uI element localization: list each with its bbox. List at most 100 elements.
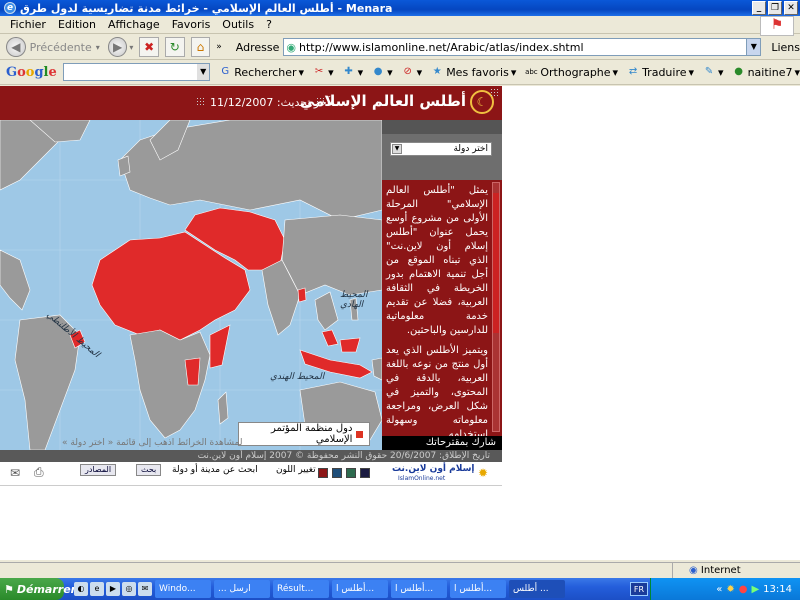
home-icon[interactable]: ⌂ xyxy=(190,37,211,57)
security-zone: ◉ Internet xyxy=(672,563,741,579)
ocean-label-pacific: المحيط الهادي xyxy=(340,290,368,310)
address-bar[interactable]: ◉ http://www.islamonline.net/Arabic/atla… xyxy=(283,38,762,56)
dots-decoration-icon xyxy=(490,88,500,98)
system-tray: « ✹ ● ▶ 13:14 xyxy=(650,578,800,600)
last-update: آخر تحديث: 11/12/2007 xyxy=(210,96,330,109)
site-header: ☾ أطلس العالم الإسلامي آخر تحديث: 11/12/… xyxy=(0,86,502,120)
world-map[interactable]: المحيط الهادي المحيط الهندي المحيط الأطل… xyxy=(0,120,382,450)
taskbar-item[interactable]: أطلس ا... xyxy=(450,580,506,598)
favorites-button[interactable]: ★ Mes favoris ▾ xyxy=(430,65,517,79)
translate-button[interactable]: ⇄ Traduire ▾ xyxy=(626,65,694,79)
taskbar-item[interactable]: ... ارسل xyxy=(214,580,270,598)
taskbar-item[interactable]: Résult... xyxy=(273,580,329,598)
window-title-bar[interactable]: e أطلس العالم الإسلامي - خرائط مدنة تضار… xyxy=(0,0,800,16)
minimize-button[interactable]: _ xyxy=(752,1,766,15)
dots-decoration-icon xyxy=(196,97,206,107)
user-button[interactable]: ● naitine7 ▾ xyxy=(732,65,800,79)
back-button-label[interactable]: Précédente xyxy=(30,41,92,54)
menu-help[interactable]: ? xyxy=(260,18,278,31)
taskbar-item[interactable]: أطلس ا... xyxy=(391,580,447,598)
taskbar-item-active[interactable]: أطلس ... xyxy=(509,580,565,598)
clock[interactable]: 13:14 xyxy=(763,584,792,595)
window-title: أطلس العالم الإسلامي - خرائط مدنة تضاريس… xyxy=(20,1,393,15)
chevron-down-icon[interactable]: ▼ xyxy=(392,144,402,154)
atlas-site: ☾ أطلس العالم الإسلامي آخر تحديث: 11/12/… xyxy=(0,86,502,486)
menu-edition[interactable]: Edition xyxy=(52,18,102,31)
stop-icon[interactable]: ✖ xyxy=(139,37,160,57)
back-arrow-icon[interactable]: ◀ xyxy=(6,37,26,57)
scrollbar-thumb[interactable] xyxy=(493,193,499,333)
plus-button[interactable]: ✚ ▾ xyxy=(342,65,363,79)
taskbar-item[interactable]: أطلس ا... xyxy=(332,580,388,598)
google-g-icon: G xyxy=(221,66,230,77)
menu-fichier[interactable]: Fichier xyxy=(4,18,52,31)
menu-favoris[interactable]: Favoris xyxy=(166,18,217,31)
address-dropdown-icon[interactable]: ▼ xyxy=(746,39,761,55)
email-icon[interactable]: ✉ xyxy=(10,466,20,480)
google-search-input[interactable]: ▼ xyxy=(62,63,211,81)
popup-blocker-button[interactable]: ✂ ▾ xyxy=(312,65,334,79)
windows-logo-icon: ⚑ xyxy=(760,16,794,36)
quick-launch-icon[interactable]: ◎ xyxy=(122,582,136,596)
google-logo[interactable]: Google xyxy=(6,65,57,80)
menu-bar: Fichier Edition Affichage Favoris Outils… xyxy=(0,16,800,34)
browser-content: ☾ أطلس العالم الإسلامي آخر تحديث: 11/12/… xyxy=(0,86,800,560)
ocean-label-indian: المحيط الهندي xyxy=(270,372,325,382)
chat-icon: ● xyxy=(373,66,383,77)
settings-button[interactable]: ✎ ▾ xyxy=(702,65,724,79)
menu-affichage[interactable]: Affichage xyxy=(102,18,166,31)
legend-swatch-icon xyxy=(356,430,363,438)
address-url[interactable]: http://www.islamonline.net/Arabic/atlas/… xyxy=(299,41,746,54)
google-search-button[interactable]: G Rechercher ▾ xyxy=(218,65,304,79)
quick-launch-icon[interactable]: ▶ xyxy=(106,582,120,596)
site-tools: ✉ ⎙ المصادر بحث ابحث عن مدينة أو دولة تغ… xyxy=(0,462,502,486)
country-select[interactable]: ▼ اختر دولة xyxy=(390,142,492,156)
toolbar-overflow-icon[interactable]: » xyxy=(216,42,222,52)
quick-launch-icon[interactable]: ✉ xyxy=(138,582,152,596)
google-search-dropdown-icon[interactable]: ▼ xyxy=(197,64,210,80)
sources-button[interactable]: المصادر xyxy=(80,464,117,476)
brand-logo-sub: IslamOnline.net xyxy=(398,475,446,482)
language-indicator[interactable]: FR xyxy=(630,582,648,596)
dots-decoration-icon xyxy=(316,97,326,107)
maximize-button[interactable]: ❐ xyxy=(768,1,782,15)
tray-app-icon[interactable]: ● xyxy=(739,584,748,595)
wrench-icon: ✎ xyxy=(704,66,714,77)
site-footer: تاريخ الإطلاق: 20/6/2007 حقوق النشر محفو… xyxy=(0,450,502,462)
chat-button[interactable]: ● ▾ xyxy=(371,65,393,79)
start-button[interactable]: ⚑ Démarrer xyxy=(0,578,76,600)
color-swatch-red[interactable] xyxy=(318,468,328,478)
side-panel-top xyxy=(382,120,502,134)
links-button[interactable]: Liens xyxy=(771,41,800,54)
back-dropdown-icon[interactable]: ▾ xyxy=(96,43,100,52)
atlas-description: يمثل "أطلس العالم الإسلامي" المرحلة الأو… xyxy=(382,180,502,436)
description-scrollbar[interactable] xyxy=(492,182,500,432)
world-map-drawing xyxy=(0,120,382,450)
share-suggestions-link[interactable]: شارك بمقترحاتك xyxy=(382,436,502,450)
refresh-icon[interactable]: ↻ xyxy=(165,37,185,57)
close-button[interactable]: ✕ xyxy=(784,1,798,15)
print-icon[interactable]: ⎙ xyxy=(34,465,44,480)
brand-logo: إسلام أون لاين.نت xyxy=(392,464,475,474)
search-button[interactable]: بحث xyxy=(136,464,162,476)
ie-icon: e xyxy=(4,2,16,14)
tray-app-icon[interactable]: ▶ xyxy=(751,584,759,595)
quick-launch-icon[interactable]: e xyxy=(90,582,104,596)
forward-dropdown-icon[interactable]: ▾ xyxy=(129,43,133,52)
pagerank-button[interactable]: ⊘ ▾ xyxy=(401,65,422,79)
quick-launch-icon[interactable]: ◐ xyxy=(74,582,88,596)
spelling-button[interactable]: abc Orthographe ▾ xyxy=(524,65,618,79)
star-icon: ★ xyxy=(432,66,442,77)
color-swatch-blue[interactable] xyxy=(332,468,342,478)
color-swatch-green[interactable] xyxy=(346,468,356,478)
tray-expand-icon[interactable]: « xyxy=(716,584,722,595)
menu-outils[interactable]: Outils xyxy=(216,18,260,31)
globe-icon: ◉ xyxy=(689,565,701,576)
change-colors-label: تغيير اللون xyxy=(276,465,316,475)
status-bar: ◉ Internet xyxy=(0,562,800,579)
forward-arrow-icon[interactable]: ▶ xyxy=(107,37,128,57)
description-paragraph-2: ويتميز الأطلس الذي يعد أول منتج من نوعه … xyxy=(386,345,488,436)
taskbar-item[interactable]: Windo... xyxy=(155,580,211,598)
color-swatch-navy[interactable] xyxy=(360,468,370,478)
tray-app-icon[interactable]: ✹ xyxy=(726,584,734,595)
